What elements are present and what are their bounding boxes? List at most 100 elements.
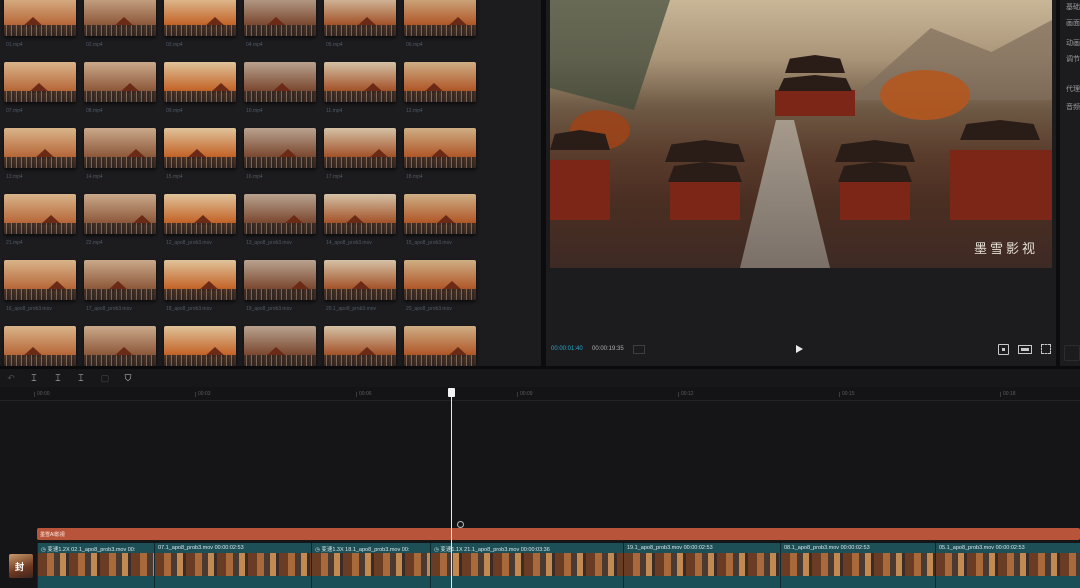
media-thumbnail[interactable] (164, 62, 236, 102)
media-item[interactable]: 20_apo8_prob3.mov (404, 260, 476, 326)
media-item[interactable]: 05.mp4 (324, 0, 396, 62)
video-clip[interactable]: 19.1_apo8_prob3.mov 00:00:02:53 (623, 543, 780, 588)
media-thumbnail[interactable] (164, 194, 236, 234)
cover-button[interactable]: 封 (9, 554, 33, 578)
media-item[interactable]: 07.mp4 (4, 62, 76, 128)
props-tab[interactable]: 画面 (1066, 18, 1080, 28)
props-tab[interactable]: 调节 (1066, 54, 1080, 64)
props-tab[interactable]: 音频 (1066, 102, 1080, 112)
media-item[interactable]: 18_apo8_prob3.mov (164, 260, 236, 326)
media-thumbnail[interactable] (324, 62, 396, 102)
video-clip[interactable]: 07.1_apo8_prob3.mov 00:00:02:53 (154, 543, 311, 588)
media-thumbnail[interactable] (164, 128, 236, 168)
media-thumbnail[interactable] (4, 326, 76, 366)
media-thumbnail[interactable] (164, 260, 236, 300)
media-thumbnail[interactable] (324, 194, 396, 234)
media-item[interactable]: 22.mp4 (84, 194, 156, 260)
media-item[interactable]: 02.mp4 (84, 0, 156, 62)
media-thumbnail[interactable] (84, 62, 156, 102)
media-item[interactable] (404, 326, 476, 366)
fullscreen-icon[interactable] (1041, 344, 1051, 354)
keyframe-marker[interactable] (457, 521, 464, 528)
media-thumbnail[interactable] (324, 0, 396, 36)
media-thumbnail[interactable] (244, 0, 316, 36)
media-item[interactable]: 15.mp4 (164, 128, 236, 194)
media-item[interactable]: 14.mp4 (84, 128, 156, 194)
marker-icon[interactable]: ⛉ (123, 373, 133, 383)
media-thumbnail[interactable] (4, 62, 76, 102)
video-clip[interactable]: 08.1_apo8_prob3.mov 00:00:02:53 (780, 543, 935, 588)
split-right-icon[interactable]: ⌶ (76, 373, 86, 383)
time-ruler[interactable]: 00:00 00:03 00:06 00:09 00:12 00:15 00:1… (0, 387, 1080, 401)
split-left-icon[interactable]: ⌶ (53, 373, 63, 383)
media-item[interactable]: 18.mp4 (404, 128, 476, 194)
props-tab[interactable]: 动画 (1066, 38, 1080, 48)
media-thumbnail[interactable] (404, 62, 476, 102)
media-item[interactable] (324, 326, 396, 366)
media-thumbnail[interactable] (404, 326, 476, 366)
media-item[interactable]: 21.mp4 (4, 194, 76, 260)
media-item[interactable]: 19_apo8_prob3.mov (244, 260, 316, 326)
split-icon[interactable]: ⌶ (29, 373, 39, 383)
media-item[interactable]: 11.mp4 (324, 62, 396, 128)
play-icon[interactable] (796, 345, 803, 353)
media-item[interactable] (4, 326, 76, 366)
media-thumbnail[interactable] (324, 260, 396, 300)
media-thumbnail[interactable] (4, 0, 76, 36)
undo-icon[interactable]: ↶ (6, 373, 16, 383)
video-clip[interactable]: 05.1_apo8_prob3.mov 00:00:02:53 (935, 543, 1080, 588)
media-thumbnail[interactable] (84, 128, 156, 168)
media-thumbnail[interactable] (164, 0, 236, 36)
props-tab[interactable]: 代理 (1066, 84, 1080, 94)
media-thumbnail[interactable] (4, 260, 76, 300)
media-thumbnail[interactable] (244, 62, 316, 102)
media-thumbnail[interactable] (84, 0, 156, 36)
media-item[interactable]: 13_apo8_prob3.mov (244, 194, 316, 260)
text-clip[interactable]: 墨雪AI影视 (37, 528, 1080, 540)
media-item[interactable]: 06.mp4 (404, 0, 476, 62)
media-thumbnail[interactable] (244, 260, 316, 300)
media-item[interactable] (244, 326, 316, 366)
delete-icon[interactable]: ▢ (100, 373, 110, 383)
media-item[interactable]: 01.mp4 (4, 0, 76, 62)
media-thumbnail[interactable] (4, 194, 76, 234)
media-thumbnail[interactable] (244, 128, 316, 168)
media-thumbnail[interactable] (84, 326, 156, 366)
media-item[interactable]: 14_apo8_prob3.mov (324, 194, 396, 260)
media-item[interactable]: 15_apo8_prob3.mov (404, 194, 476, 260)
media-thumbnail[interactable] (84, 260, 156, 300)
media-item[interactable]: 17.mp4 (324, 128, 396, 194)
media-thumbnail[interactable] (404, 260, 476, 300)
media-item[interactable]: 08.mp4 (84, 62, 156, 128)
media-item[interactable] (164, 326, 236, 366)
media-thumbnail[interactable] (404, 0, 476, 36)
video-clip[interactable]: ◷ 变速1.3X 18.1_apo8_prob3.mov 00: (311, 543, 430, 588)
media-item[interactable]: 16.mp4 (244, 128, 316, 194)
media-item[interactable]: 13.mp4 (4, 128, 76, 194)
media-item[interactable]: 10.mp4 (244, 62, 316, 128)
media-item[interactable]: 03.mp4 (164, 0, 236, 62)
media-thumbnail[interactable] (244, 194, 316, 234)
props-button[interactable] (1064, 345, 1080, 361)
media-item[interactable]: 17_apo8_prob3.mov (84, 260, 156, 326)
video-clip[interactable]: ◷ 变速1.1X 21.1_apo8_prob3.mov 00:00:03:36 (430, 543, 623, 588)
media-thumbnail[interactable] (4, 128, 76, 168)
media-thumbnail[interactable] (404, 194, 476, 234)
media-item[interactable]: 12.mp4 (404, 62, 476, 128)
media-item[interactable] (84, 326, 156, 366)
media-item[interactable]: 16_apo8_prob3.mov (4, 260, 76, 326)
playhead-handle[interactable] (448, 388, 455, 397)
fit-screen-icon[interactable] (998, 344, 1009, 355)
media-item[interactable]: 12_apo8_prob3.mov (164, 194, 236, 260)
aspect-ratio-icon[interactable] (1018, 345, 1032, 354)
media-item[interactable]: 09.mp4 (164, 62, 236, 128)
video-preview[interactable]: 墨雪影视 (550, 0, 1052, 268)
props-tab[interactable]: 基础 (1066, 2, 1080, 12)
media-thumbnail[interactable] (244, 326, 316, 366)
media-thumbnail[interactable] (324, 326, 396, 366)
video-clip[interactable]: ◷ 变速1.2X 02.1_apo8_prob3.mov 00: (37, 543, 154, 588)
media-item[interactable]: 20.1_apo8_prob3.mov (324, 260, 396, 326)
media-item[interactable]: 04.mp4 (244, 0, 316, 62)
media-thumbnail[interactable] (324, 128, 396, 168)
timecode-format-icon[interactable] (633, 345, 645, 354)
